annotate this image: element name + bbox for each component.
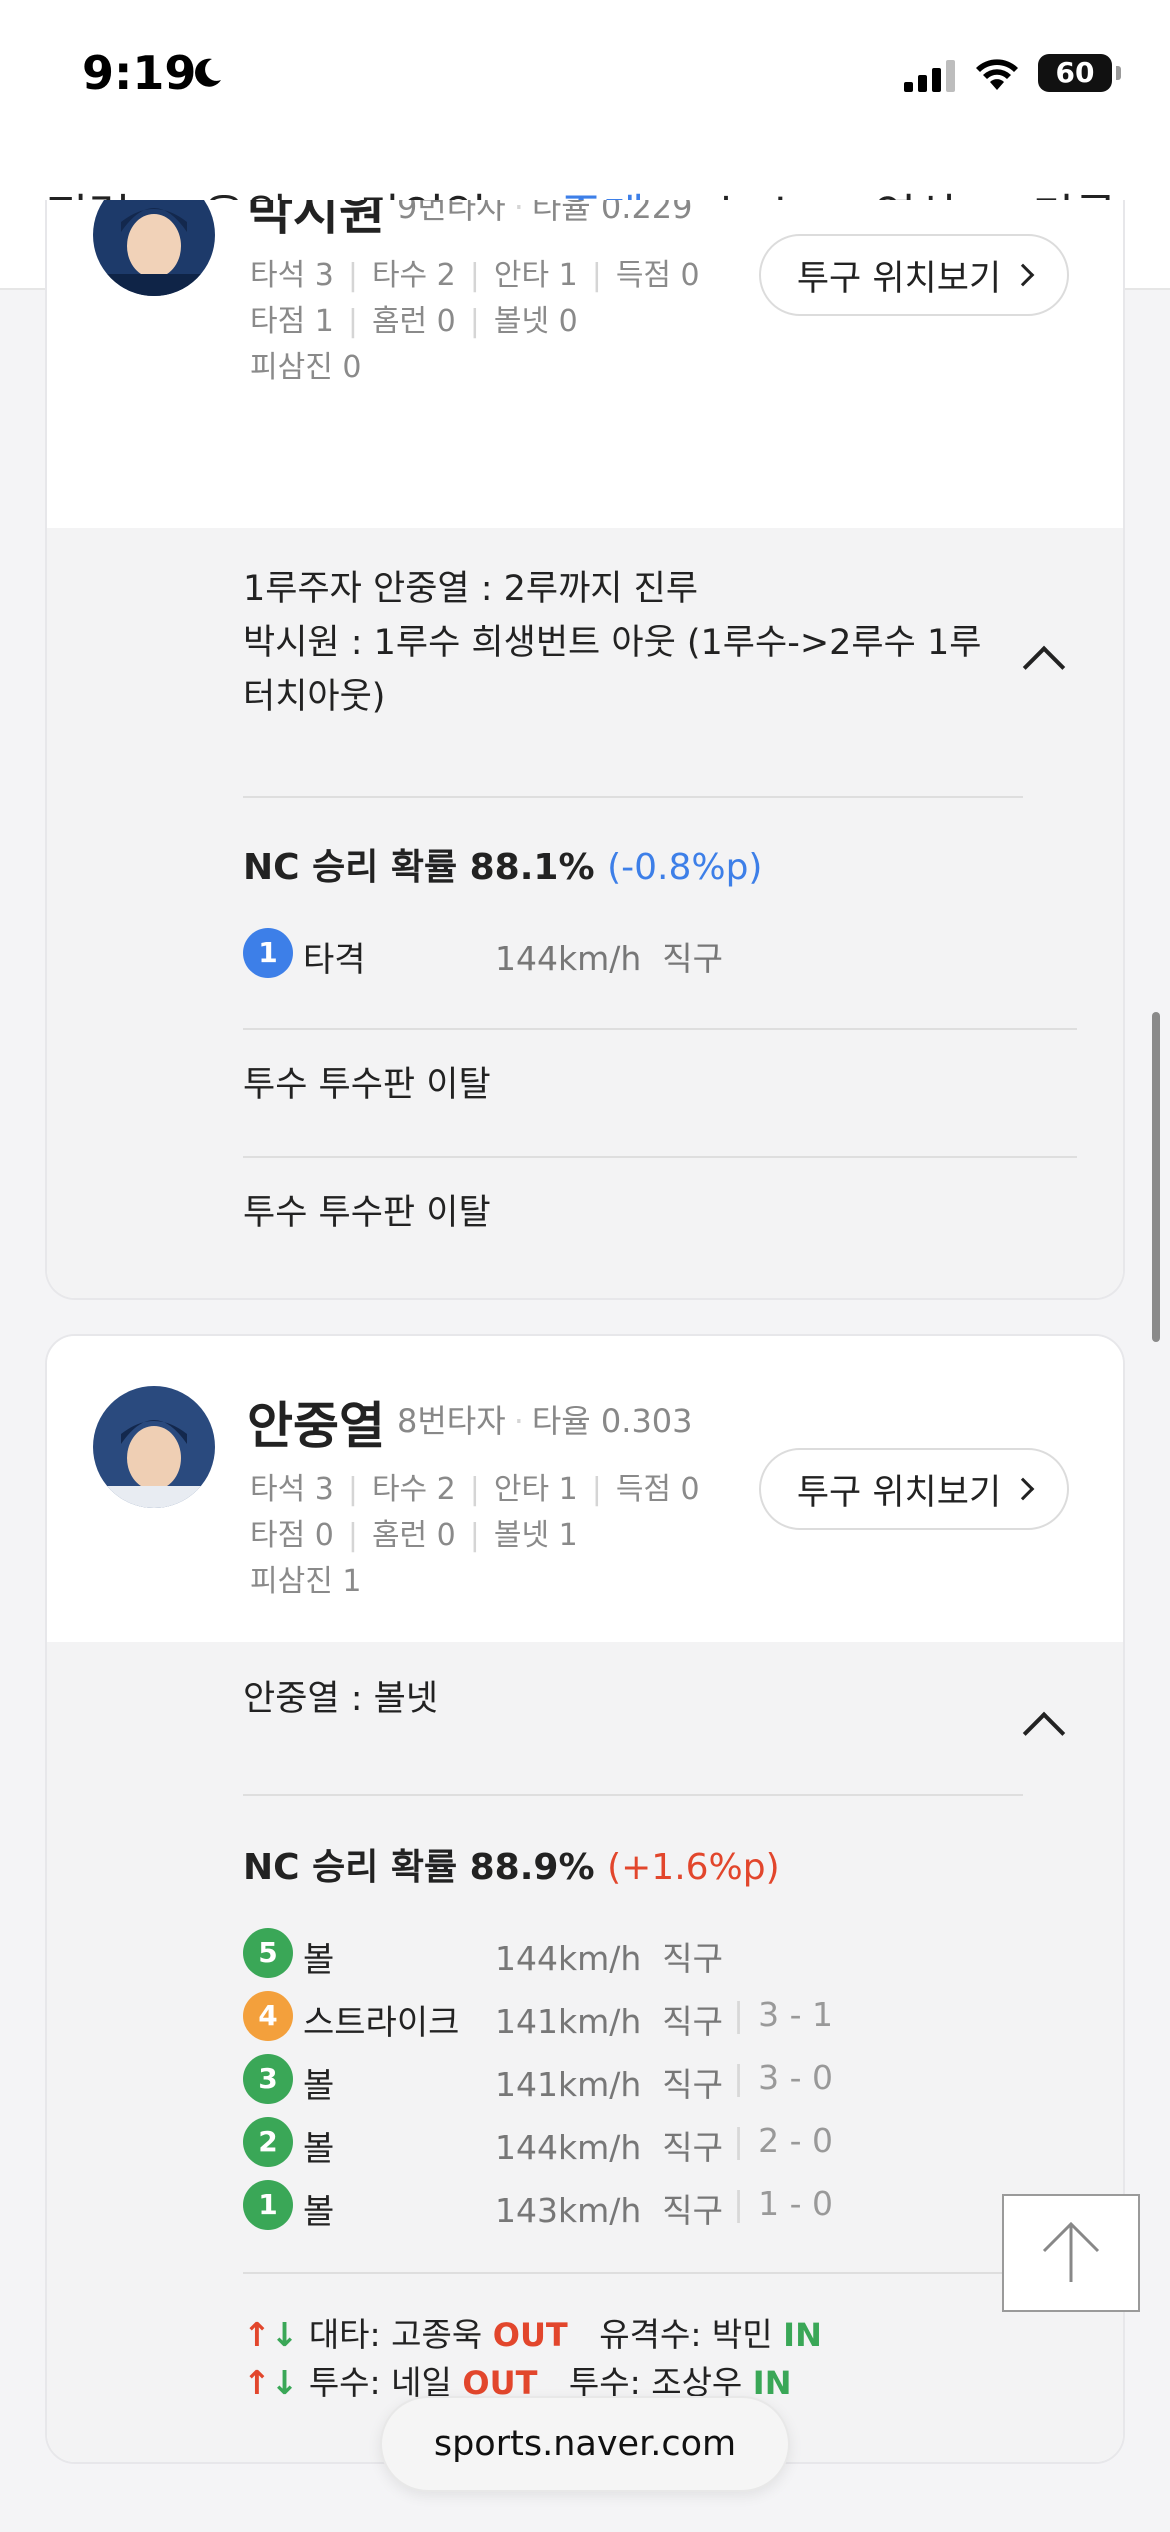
win-probability: NC 승리 확률 88.9% (+1.6%p): [243, 1847, 780, 1888]
pitch-result: 스트라이크: [303, 2003, 460, 2043]
play-text: 박시원 : 1루수 희생번트 아웃 (1루수->2루수 1루: [243, 623, 982, 663]
pitch-number-badge: 1: [243, 2180, 293, 2230]
pitch-speed: 143km/h 직구: [495, 2191, 723, 2230]
stats-line-1: 타석 3 | 타수 2 | 안타 1 | 득점 0: [250, 1472, 700, 1507]
pitch-speed: 144km/h 직구: [495, 2128, 723, 2167]
chevron-right-icon: [1011, 1477, 1035, 1501]
wifi-icon: [976, 59, 1018, 90]
pitch-count: | 1 - 0: [733, 2184, 834, 2223]
scroll-top-button[interactable]: [1002, 2194, 1140, 2312]
pitch-result: 볼: [303, 2129, 335, 2169]
pitch-number-badge: 3: [243, 2054, 293, 2104]
pitch-location-button[interactable]: 투구 위치보기: [759, 1448, 1069, 1530]
stats-line-3: 피삼진 0: [250, 350, 362, 385]
pitch-result: 볼: [303, 1940, 335, 1980]
stats-line-2: 타점 1 | 홈런 0 | 볼넷 0: [250, 304, 578, 339]
pitch-row: 2 볼 144km/h 직구 | 2 - 0: [243, 2117, 1043, 2169]
event-text: 투수 투수판 이탈: [243, 1193, 491, 1233]
chevron-up-icon[interactable]: [1022, 645, 1066, 689]
pitch-result: 타격: [303, 940, 366, 980]
divider: [243, 1156, 1077, 1158]
pitch-row: 1 타격 144km/h 직구: [243, 928, 1043, 980]
substitution-row: ↑↓ 대타: 고종욱 OUT 유격수: 박민 IN: [243, 2315, 822, 2354]
stats-line-2: 타점 0 | 홈런 0 | 볼넷 1: [250, 1518, 578, 1553]
pitch-speed: 141km/h 직구: [495, 2065, 723, 2104]
moon-icon: [195, 58, 221, 87]
win-probability: NC 승리 확률 88.1% (-0.8%p): [243, 847, 763, 888]
chevron-up-icon[interactable]: [1022, 1711, 1066, 1755]
play-text: 터치아웃): [243, 677, 386, 717]
pitch-location-button[interactable]: 투구 위치보기: [759, 234, 1069, 316]
stats-line-1: 타석 3 | 타수 2 | 안타 1 | 득점 0: [250, 258, 700, 293]
player-header: 안중열 8번타자 · 타율 0.303 타석 3 | 타수 2 | 안타 1 | 득점 0 타점…: [47, 1336, 1123, 1642]
scroll-indicator[interactable]: [1152, 1012, 1160, 1342]
battery-cap: [1116, 66, 1121, 80]
status-time: 9:19: [82, 46, 197, 100]
player-name: 박시원: [247, 200, 385, 241]
pitch-number-badge: 2: [243, 2117, 293, 2167]
pitch-number-badge: 1: [243, 928, 293, 978]
play-text: 안중열 : 볼넷: [243, 1679, 439, 1719]
battery-icon: 60: [1038, 54, 1112, 92]
player-header: 박시원 9번타자 · 타율 0.229 타석 3 | 타수 2 | 안타 1 | 득점 0 타점…: [47, 200, 1123, 530]
status-bar: 9:19 60: [0, 0, 1170, 150]
player-order-avg: 8번타자 · 타율 0.303: [397, 1402, 693, 1440]
signal-icon: [904, 60, 955, 92]
avatar: [93, 200, 215, 296]
pitch-speed: 144km/h 직구: [495, 1939, 723, 1978]
pitch-result: 볼: [303, 2066, 335, 2106]
chevron-right-icon: [1011, 263, 1035, 287]
play-text: 1루주자 안중열 : 2루까지 진루: [243, 569, 699, 609]
pitch-count: | 3 - 0: [733, 2058, 834, 2097]
pitch-number-badge: 5: [243, 1928, 293, 1978]
pitch-result: 볼: [303, 2192, 335, 2232]
divider: [243, 796, 1023, 798]
event-text: 투수 투수판 이탈: [243, 1065, 491, 1105]
at-bat-card-park: 박시원 9번타자 · 타율 0.229 타석 3 | 타수 2 | 안타 1 | 득점 0 타점…: [45, 200, 1125, 1300]
swap-icon: ↑: [243, 2363, 271, 2402]
at-bat-card-ahn: 안중열 8번타자 · 타율 0.303 타석 3 | 타수 2 | 안타 1 | 득점 0 타점…: [45, 1334, 1125, 2464]
play-detail: 안중열 : 볼넷 NC 승리 확률 88.9% (+1.6%p) 5 볼 144…: [47, 1642, 1123, 2462]
player-name: 안중열: [247, 1397, 385, 1455]
arrow-up-icon: [1042, 2221, 1100, 2282]
divider: [243, 1028, 1077, 1030]
pitch-row: 5 볼 144km/h 직구: [243, 1928, 1043, 1980]
pitch-count: | 2 - 0: [733, 2121, 834, 2160]
pitch-row: 3 볼 141km/h 직구 | 3 - 0: [243, 2054, 1043, 2106]
pitch-row: 1 볼 143km/h 직구 | 1 - 0: [243, 2180, 1043, 2232]
avatar: [93, 1386, 215, 1508]
pitch-row: 4 스트라이크 141km/h 직구 | 3 - 1: [243, 1991, 1043, 2043]
pitch-number-badge: 4: [243, 1991, 293, 2041]
divider: [243, 2272, 1077, 2274]
divider: [243, 1794, 1023, 1796]
address-bar[interactable]: sports.naver.com: [380, 2396, 790, 2492]
play-detail: 1루주자 안중열 : 2루까지 진루 박시원 : 1루수 희생번트 아웃 (1루…: [47, 528, 1123, 1298]
swap-icon: ↑: [243, 2315, 271, 2354]
stats-line-3: 피삼진 1: [250, 1564, 362, 1599]
pitch-speed: 141km/h 직구: [495, 2002, 723, 2041]
pitch-count: | 3 - 1: [733, 1995, 834, 2034]
pitch-speed: 144km/h 직구: [495, 939, 723, 978]
player-order-avg: 9번타자 · 타율 0.229: [397, 200, 693, 226]
